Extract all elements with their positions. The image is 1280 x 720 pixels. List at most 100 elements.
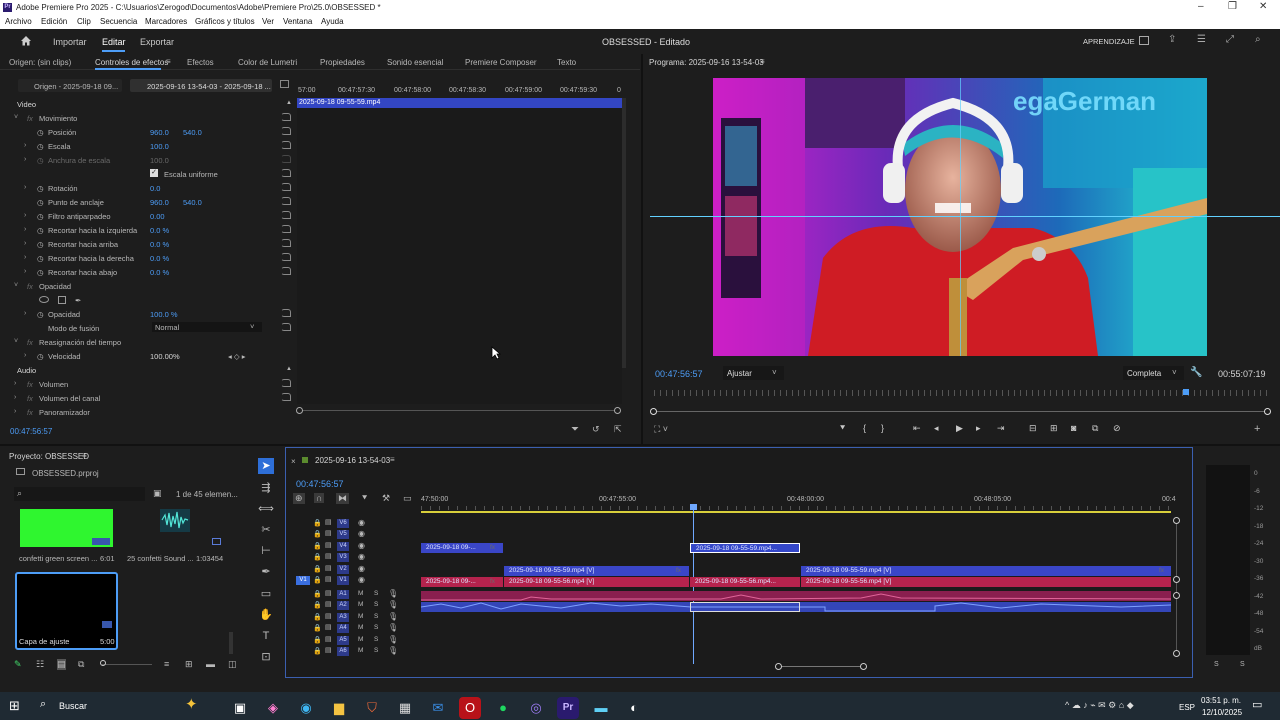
home-icon[interactable] [20,35,32,46]
track-label[interactable]: A3 [337,613,349,622]
tab-editar[interactable]: Editar [102,37,126,47]
go-to-out-icon[interactable]: ⇥ [997,423,1005,434]
reset-icon[interactable] [281,183,291,191]
restore-icon[interactable]: ❐ [1228,1,1237,12]
slip-icon[interactable]: ⊢ [258,543,274,559]
chevron-right-icon[interactable]: › [24,240,26,247]
keyframe-nav-icon[interactable]: ◂ ◇ ▸ [228,352,245,361]
opera-icon[interactable]: O [459,697,481,719]
mute-button[interactable]: M [358,624,363,631]
edge-icon[interactable]: ◉ [295,697,317,719]
tab-efectos[interactable]: Efectos [187,58,214,67]
reset-icon[interactable] [281,197,291,205]
pen-tool-icon[interactable]: ✒ [258,564,274,580]
chevron-down-icon[interactable]: ˅ [14,282,18,289]
camera-icon[interactable]: ◙ [1071,423,1076,433]
sync-lock-icon[interactable]: ▤ [325,623,332,631]
menu-ver[interactable]: Ver [262,17,274,26]
escala-value[interactable]: 100.0 [150,142,169,151]
settings-wrench-icon[interactable]: ⚒ [382,493,390,504]
panel-menu-icon[interactable]: ≡ [82,451,87,460]
program-zoom-left[interactable] [650,408,657,415]
opacidad-value[interactable]: 100.0 % [150,310,178,319]
menu-clip[interactable]: Clip [77,17,91,26]
reset-icon[interactable] [281,253,291,261]
eye-icon[interactable]: ◉ [358,541,365,550]
mute-button[interactable]: M [358,636,363,643]
obs-icon[interactable]: ◐ [623,697,645,719]
eye-icon[interactable]: ◉ [358,564,365,573]
ellipse-mask-icon[interactable] [39,296,49,303]
mic-icon[interactable]: 🎙 [388,612,398,621]
hand-tool-icon[interactable]: ✋ [258,607,274,623]
chevron-right-icon[interactable]: › [24,254,26,261]
settings-dropdown-icon[interactable]: ⛶ ˅ [654,424,668,435]
eye-icon[interactable]: ◉ [358,518,365,527]
sequence-clip-tab[interactable]: 2025-09-16 13-54-03 - 2025-09-18 ... [130,79,272,92]
chevron-right-icon[interactable]: › [24,268,26,275]
panel-menu-icon[interactable]: ≡ [390,455,395,464]
v-scroll-bottom[interactable] [1173,650,1180,657]
h-scroll-bar[interactable] [778,666,864,667]
sync-lock-icon[interactable]: ▤ [325,552,332,560]
chevron-right-icon[interactable]: › [24,184,26,191]
play-icon[interactable]: ▶ [956,423,963,434]
toggle-timeline-icon[interactable] [280,80,289,88]
sync-lock-icon[interactable]: ▤ [325,541,332,549]
ec-timecode[interactable]: 00:47:56:57 [10,427,52,436]
eye-icon[interactable]: ◉ [358,529,365,538]
lock-icon[interactable]: 🔒 [313,601,322,609]
track-label[interactable]: V4 [337,542,349,551]
lock-icon[interactable]: 🔒 [313,565,322,573]
reset-icon[interactable] [281,239,291,247]
stopwatch-icon[interactable]: ◷ [37,128,44,137]
new-item-icon[interactable]: ◫ [228,659,237,670]
step-forward-icon[interactable]: ▸ [976,423,981,434]
clip-v1-a[interactable]: 2025-09-18 09-... fx [421,577,503,587]
chevron-down-icon[interactable]: ˅ [14,338,18,345]
solo-button[interactable]: S [374,647,378,654]
menu-lines-icon[interactable]: ☰ [1197,34,1206,45]
compare-icon[interactable]: ⧉ [1092,423,1098,434]
ec-keyframe-area[interactable] [297,108,622,404]
menu-marcadores[interactable]: Marcadores [145,17,187,26]
copilot-sparkle-icon[interactable]: ✦ [185,695,198,713]
clip-v2-b[interactable]: 2025-09-18 09-55-59.mp4 [V] fx [801,566,1171,576]
lock-icon[interactable]: 🔒 [313,636,322,644]
reset-icon[interactable] [281,127,291,135]
search-icon[interactable]: ⌕ [1255,34,1261,45]
uniform-scale-checkbox[interactable]: ✓ [150,169,158,177]
clock-time[interactable]: 03:51 p. m. [1201,696,1241,705]
lock-icon[interactable]: 🔒 [313,647,322,655]
sequence-tab[interactable]: 2025-09-16 13-54-03 [315,456,390,465]
search-icon[interactable]: ⌕ [40,698,46,711]
solo-button[interactable]: S [374,636,378,643]
list-view-icon[interactable]: ☷ [36,659,44,670]
sync-lock-icon[interactable]: ▤ [325,635,332,643]
mic-icon[interactable]: 🎙 [388,623,398,632]
timeline-ruler[interactable]: 47:50:00 00:47:55:00 00:48:00:00 00:48:0… [421,492,1176,513]
spotify-icon[interactable]: ● [492,697,514,719]
reset-icon[interactable] [281,169,291,177]
lock-icon[interactable]: 🔒 [313,519,322,527]
lock-icon[interactable]: 🔒 [313,530,322,538]
playhead-handle[interactable] [689,504,697,510]
recorte-arriba-value[interactable]: 0.0 % [150,240,169,249]
filter-icon[interactable]: ⏷ [571,424,579,435]
track-label[interactable]: A5 [337,636,349,645]
language-indicator[interactable]: ESP [1179,703,1195,712]
rectangle-tool-icon[interactable]: ▭ [258,586,274,602]
menu-secuencia[interactable]: Secuencia [100,17,137,26]
premiere-taskbar-icon[interactable]: Pr [557,697,579,719]
pencil-icon[interactable]: ✎ [14,659,22,670]
tab-sonido[interactable]: Sonido esencial [387,58,443,67]
project-scrollbar[interactable] [229,632,233,654]
project-search-input[interactable]: ⌕ [14,487,145,501]
chevron-down-icon[interactable]: ˅ [14,114,18,121]
reset-icon[interactable] [281,267,291,275]
mic-icon[interactable]: 🎙 [388,646,398,655]
collapse-up-icon[interactable]: ▲ [286,100,292,106]
collapse-up-icon[interactable]: ▲ [286,366,292,372]
stopwatch-icon[interactable]: ◷ [37,212,44,221]
linked-icon[interactable]: ⧓ [336,493,349,504]
